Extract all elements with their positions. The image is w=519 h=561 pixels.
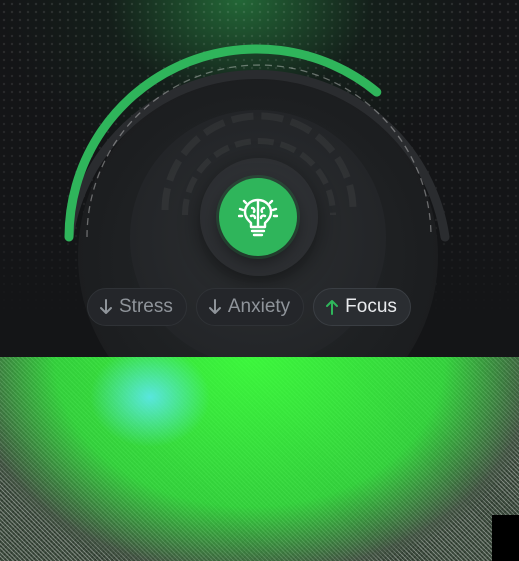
- chip-anxiety[interactable]: Anxiety: [195, 288, 305, 326]
- chip-stress[interactable]: Stress: [87, 288, 187, 326]
- brain-lightbulb-icon: [238, 198, 278, 237]
- chip-stress-label: Stress: [119, 296, 173, 317]
- chip-anxiety-label: Anxiety: [227, 296, 291, 317]
- arrow-down-icon: [208, 299, 221, 314]
- chip-focus[interactable]: Focus: [313, 288, 411, 326]
- focus-center-button[interactable]: [219, 178, 297, 256]
- mood-chip-row: Stress Anxiety Focus: [87, 288, 411, 328]
- arrow-down-icon: [100, 299, 112, 314]
- mood-gauge-widget: Stress Anxiety Focus: [0, 0, 519, 357]
- noise-corner: [492, 515, 519, 561]
- noise-area: [0, 357, 519, 561]
- chip-focus-label: Focus: [345, 296, 397, 317]
- arrow-up-icon: [326, 300, 339, 315]
